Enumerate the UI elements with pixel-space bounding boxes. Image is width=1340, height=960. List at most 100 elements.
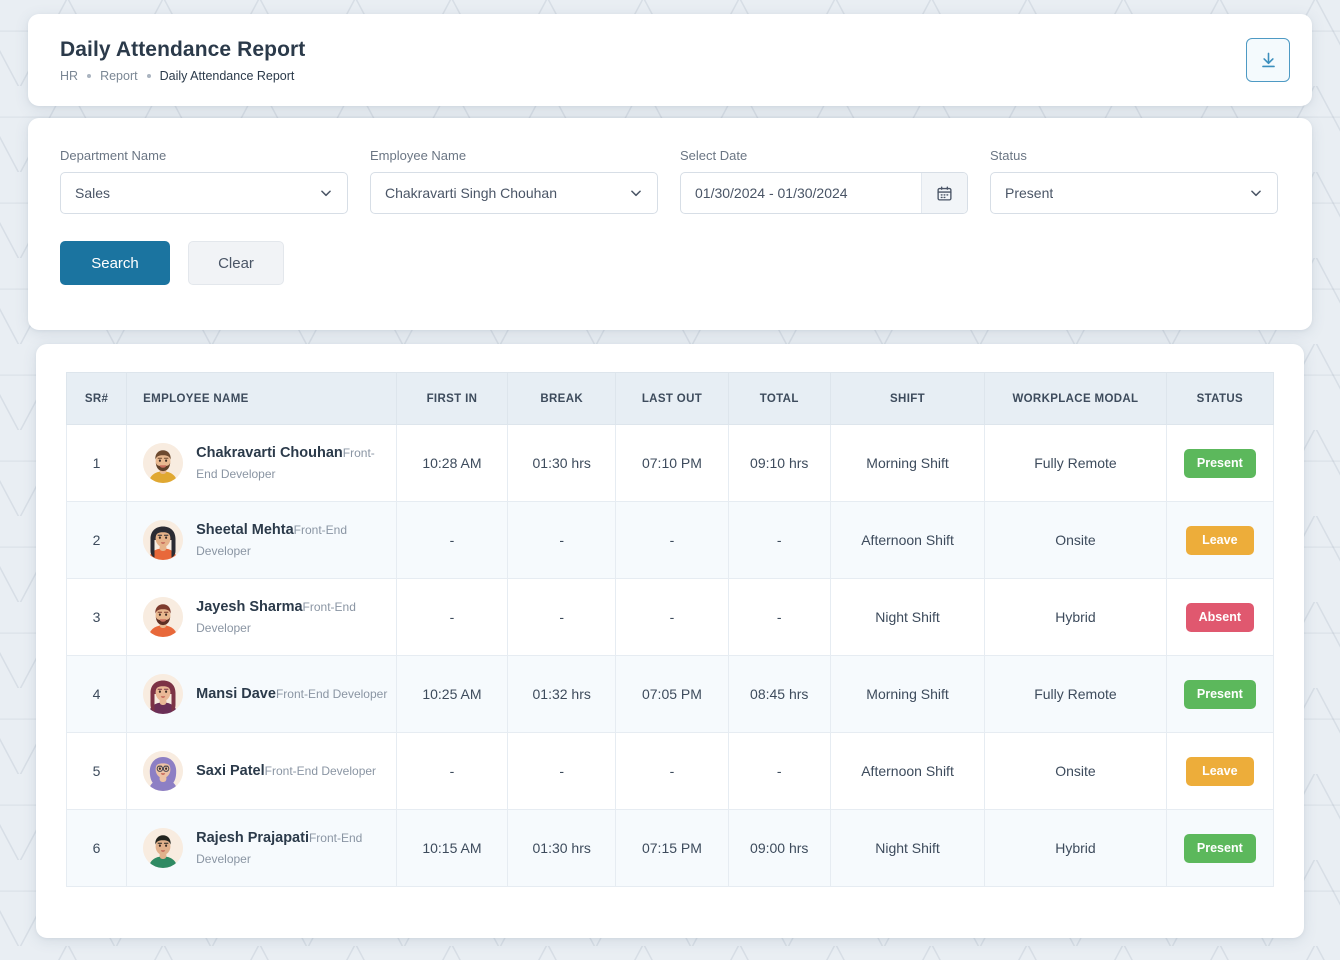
breadcrumb-item-hr[interactable]: HR xyxy=(60,69,78,83)
cell-first-in: 10:25 AM xyxy=(396,656,507,733)
cell-last-out: - xyxy=(616,502,728,579)
cell-total: 08:45 hrs xyxy=(728,656,830,733)
cell-total: - xyxy=(728,579,830,656)
cell-total: - xyxy=(728,733,830,810)
status-badge: Present xyxy=(1184,449,1256,478)
status-label: Status xyxy=(990,148,1278,163)
cell-sr: 4 xyxy=(67,656,127,733)
status-select[interactable]: Present xyxy=(990,172,1278,214)
cell-shift: Morning Shift xyxy=(830,425,984,502)
cell-sr: 2 xyxy=(67,502,127,579)
cell-workplace-modal: Hybrid xyxy=(985,810,1166,887)
cell-shift: Night Shift xyxy=(830,810,984,887)
employee-name: Rajesh Prajapati xyxy=(196,830,309,846)
filter-actions: Search Clear xyxy=(60,241,1280,285)
cell-sr: 5 xyxy=(67,733,127,810)
cell-workplace-modal: Fully Remote xyxy=(985,425,1166,502)
column-header-total[interactable]: TOTAL xyxy=(728,373,830,425)
column-header-last-out[interactable]: LAST OUT xyxy=(616,373,728,425)
employee-cell: Chakravarti ChouhanFront-End Developer xyxy=(143,443,390,483)
employee-name: Sheetal Mehta xyxy=(196,522,294,538)
cell-employee-name: Jayesh SharmaFront-End Developer xyxy=(127,579,397,656)
employee-role: Front-End Developer xyxy=(276,687,387,701)
cell-last-out: - xyxy=(616,733,728,810)
cell-sr: 6 xyxy=(67,810,127,887)
table-header-row: SR# EMPLOYEE NAME FIRST IN BREAK LAST OU… xyxy=(67,373,1274,425)
cell-shift: Morning Shift xyxy=(830,656,984,733)
employee-name: Saxi Patel xyxy=(196,763,265,779)
cell-shift: Afternoon Shift xyxy=(830,502,984,579)
cell-sr: 1 xyxy=(67,425,127,502)
cell-status: Present xyxy=(1166,656,1273,733)
cell-first-in: - xyxy=(396,733,507,810)
table-row: 6 Rajesh PrajapatiFront-End Developer10:1… xyxy=(67,810,1274,887)
column-header-status[interactable]: STATUS xyxy=(1166,373,1273,425)
filter-row: Department Name Sales Employee Name Chak… xyxy=(60,148,1280,214)
column-header-employee-name[interactable]: EMPLOYEE NAME xyxy=(127,373,397,425)
cell-break: 01:30 hrs xyxy=(508,810,616,887)
cell-workplace-modal: Fully Remote xyxy=(985,656,1166,733)
column-header-workplace-modal[interactable]: WORKPLACE MODAL xyxy=(985,373,1166,425)
cell-total: 09:10 hrs xyxy=(728,425,830,502)
breadcrumb-item-report[interactable]: Report xyxy=(100,69,138,83)
download-button[interactable] xyxy=(1246,38,1290,82)
employee-value: Chakravarti Singh Chouhan xyxy=(385,185,557,201)
download-icon xyxy=(1259,51,1278,70)
breadcrumb-separator-icon xyxy=(147,74,151,78)
cell-status: Leave xyxy=(1166,733,1273,810)
employee-cell: Rajesh PrajapatiFront-End Developer xyxy=(143,828,390,868)
avatar-woman-hijab-glasses xyxy=(143,751,183,791)
employee-name: Mansi Dave xyxy=(196,686,276,702)
column-header-shift[interactable]: SHIFT xyxy=(830,373,984,425)
status-badge: Present xyxy=(1184,834,1256,863)
attendance-table: SR# EMPLOYEE NAME FIRST IN BREAK LAST OU… xyxy=(66,372,1274,887)
breadcrumb: HR Report Daily Attendance Report xyxy=(60,69,305,83)
status-badge: Leave xyxy=(1186,526,1254,555)
cell-last-out: - xyxy=(616,579,728,656)
calendar-icon xyxy=(936,185,953,202)
avatar-bearded-man-orange xyxy=(143,597,183,637)
table-row: 4Mansi DaveFront-End Developer10:25 AM01… xyxy=(67,656,1274,733)
table-row: 2Sheetal MehtaFront-End Developer----Aft… xyxy=(67,502,1274,579)
table-row: 1Chakravarti ChouhanFront-End Developer1… xyxy=(67,425,1274,502)
avatar-man-green-shirt xyxy=(143,828,183,868)
clear-button[interactable]: Clear xyxy=(188,241,284,285)
table-body: 1 Chakravarti ChouhanFront-End Developer 1… xyxy=(67,425,1274,887)
department-label: Department Name xyxy=(60,148,348,163)
search-button[interactable]: Search xyxy=(60,241,170,285)
cell-workplace-modal: Onsite xyxy=(985,502,1166,579)
column-header-first-in[interactable]: FIRST IN xyxy=(396,373,507,425)
cell-last-out: 07:10 PM xyxy=(616,425,728,502)
cell-last-out: 07:15 PM xyxy=(616,810,728,887)
chevron-down-icon xyxy=(629,186,643,200)
page-title: Daily Attendance Report xyxy=(60,38,305,62)
calendar-button[interactable] xyxy=(921,173,967,213)
breadcrumb-item-current: Daily Attendance Report xyxy=(160,69,295,83)
cell-employee-name: Mansi DaveFront-End Developer xyxy=(127,656,397,733)
column-header-break[interactable]: BREAK xyxy=(508,373,616,425)
table-row: 5Saxi PatelFront-End Developer----Aftern… xyxy=(67,733,1274,810)
avatar-bearded-man-yellow xyxy=(143,443,183,483)
department-select[interactable]: Sales xyxy=(60,172,348,214)
column-header-sr[interactable]: SR# xyxy=(67,373,127,425)
page-header-card: Daily Attendance Report HR Report Daily … xyxy=(28,14,1312,106)
cell-break: - xyxy=(508,502,616,579)
cell-employee-name: Rajesh PrajapatiFront-End Developer xyxy=(127,810,397,887)
cell-break: 01:30 hrs xyxy=(508,425,616,502)
chevron-down-icon xyxy=(1249,186,1263,200)
cell-first-in: 10:15 AM xyxy=(396,810,507,887)
cell-employee-name: Saxi PatelFront-End Developer xyxy=(127,733,397,810)
avatar-woman-long-hair-orange xyxy=(143,520,183,560)
cell-break: - xyxy=(508,579,616,656)
cell-status: Leave xyxy=(1166,502,1273,579)
cell-first-in: - xyxy=(396,579,507,656)
employee-select[interactable]: Chakravarti Singh Chouhan xyxy=(370,172,658,214)
cell-status: Present xyxy=(1166,810,1273,887)
employee-cell: Saxi PatelFront-End Developer xyxy=(143,751,390,791)
cell-break: 01:32 hrs xyxy=(508,656,616,733)
table-row: 3Jayesh SharmaFront-End Developer----Nig… xyxy=(67,579,1274,656)
date-range-input[interactable]: 01/30/2024 - 01/30/2024 xyxy=(680,172,968,214)
select-date-label: Select Date xyxy=(680,148,968,163)
employee-cell: Jayesh SharmaFront-End Developer xyxy=(143,597,390,637)
attendance-table-card: SR# EMPLOYEE NAME FIRST IN BREAK LAST OU… xyxy=(36,344,1304,938)
